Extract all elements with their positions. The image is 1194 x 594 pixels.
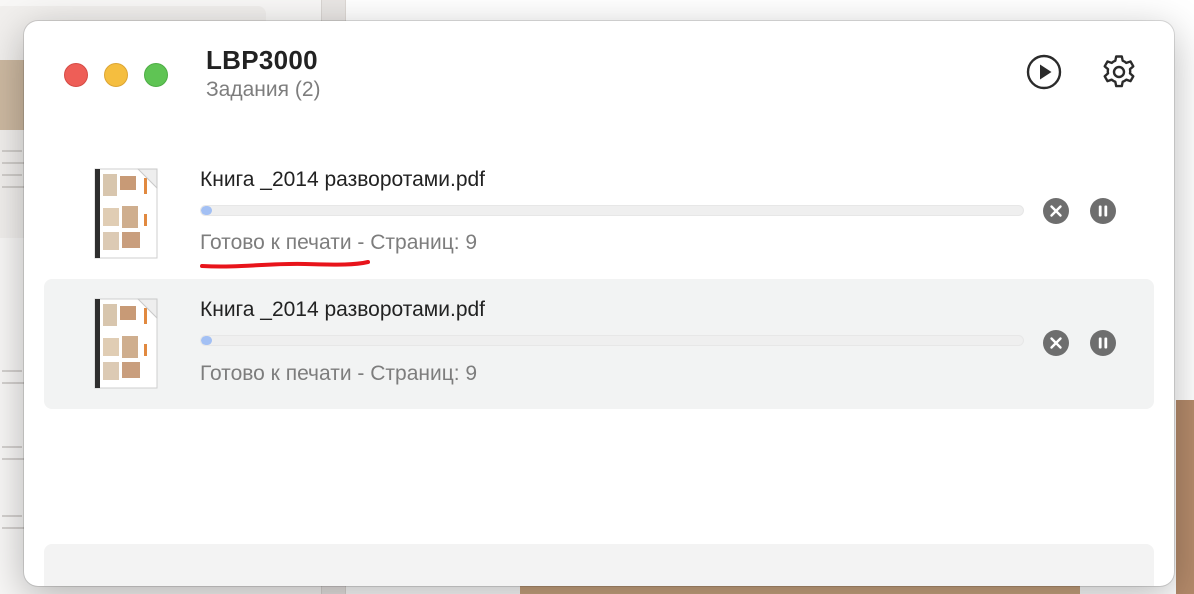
background-text-line	[2, 162, 24, 164]
job-progress-fill	[201, 336, 212, 345]
status-separator: -	[351, 231, 371, 254]
status-separator: -	[351, 362, 371, 385]
job-progress-fill	[201, 206, 212, 215]
job-progress-bar	[200, 335, 1024, 346]
pause-job-button[interactable]	[1089, 197, 1117, 225]
background-text-line	[2, 150, 22, 152]
resume-printer-button[interactable]	[1024, 52, 1064, 92]
close-window-button[interactable]	[64, 63, 88, 87]
printer-name: LBP3000	[206, 45, 318, 75]
document-thumbnail	[94, 298, 160, 390]
print-job-row[interactable]: Книга _2014 разворотами.pdf Готово к печ…	[44, 279, 1154, 409]
minimize-window-button[interactable]	[104, 63, 128, 87]
background-text-line	[2, 446, 22, 448]
background-text-line	[2, 515, 22, 517]
red-underline-annotation	[200, 258, 372, 272]
pause-circle-icon	[1090, 198, 1116, 224]
print-queue-window: LBP3000 Задания (2) Книга _2014 разворот…	[24, 21, 1174, 586]
background-photo	[1176, 400, 1194, 594]
close-circle-icon	[1043, 330, 1069, 356]
job-progress-bar	[200, 205, 1024, 216]
background-text-line	[2, 370, 22, 372]
job-status: Готово к печати	[200, 231, 352, 254]
pause-job-button[interactable]	[1089, 329, 1117, 357]
job-status-text: Готово к печати - Страниц: 9	[200, 231, 477, 255]
background-text-line	[2, 174, 22, 176]
background-text-line	[2, 186, 24, 188]
close-circle-icon	[1043, 198, 1069, 224]
cancel-job-button[interactable]	[1042, 197, 1070, 225]
gear-icon	[1103, 55, 1135, 88]
background-text-line	[2, 527, 24, 529]
job-status: Готово к печати	[200, 362, 352, 385]
window-footer	[44, 544, 1154, 586]
printer-settings-button[interactable]	[1099, 52, 1139, 92]
zoom-window-button[interactable]	[144, 63, 168, 87]
job-page-count: Страниц: 9	[370, 362, 478, 385]
print-job-row[interactable]: Книга _2014 разворотами.pdf Готово к печ…	[44, 151, 1154, 281]
job-filename: Книга _2014 разворотами.pdf	[200, 168, 486, 191]
job-filename: Книга _2014 разворотами.pdf	[200, 298, 486, 321]
pause-circle-icon	[1090, 330, 1116, 356]
background-text-line	[2, 382, 24, 384]
play-circle-icon	[1026, 54, 1062, 90]
job-status-text: Готово к печати - Страниц: 9	[200, 362, 477, 386]
job-page-count: Страниц: 9	[370, 231, 478, 254]
background-text-line	[2, 458, 24, 460]
cancel-job-button[interactable]	[1042, 329, 1070, 357]
jobs-count: Задания (2)	[206, 78, 321, 101]
document-thumbnail	[94, 168, 160, 260]
